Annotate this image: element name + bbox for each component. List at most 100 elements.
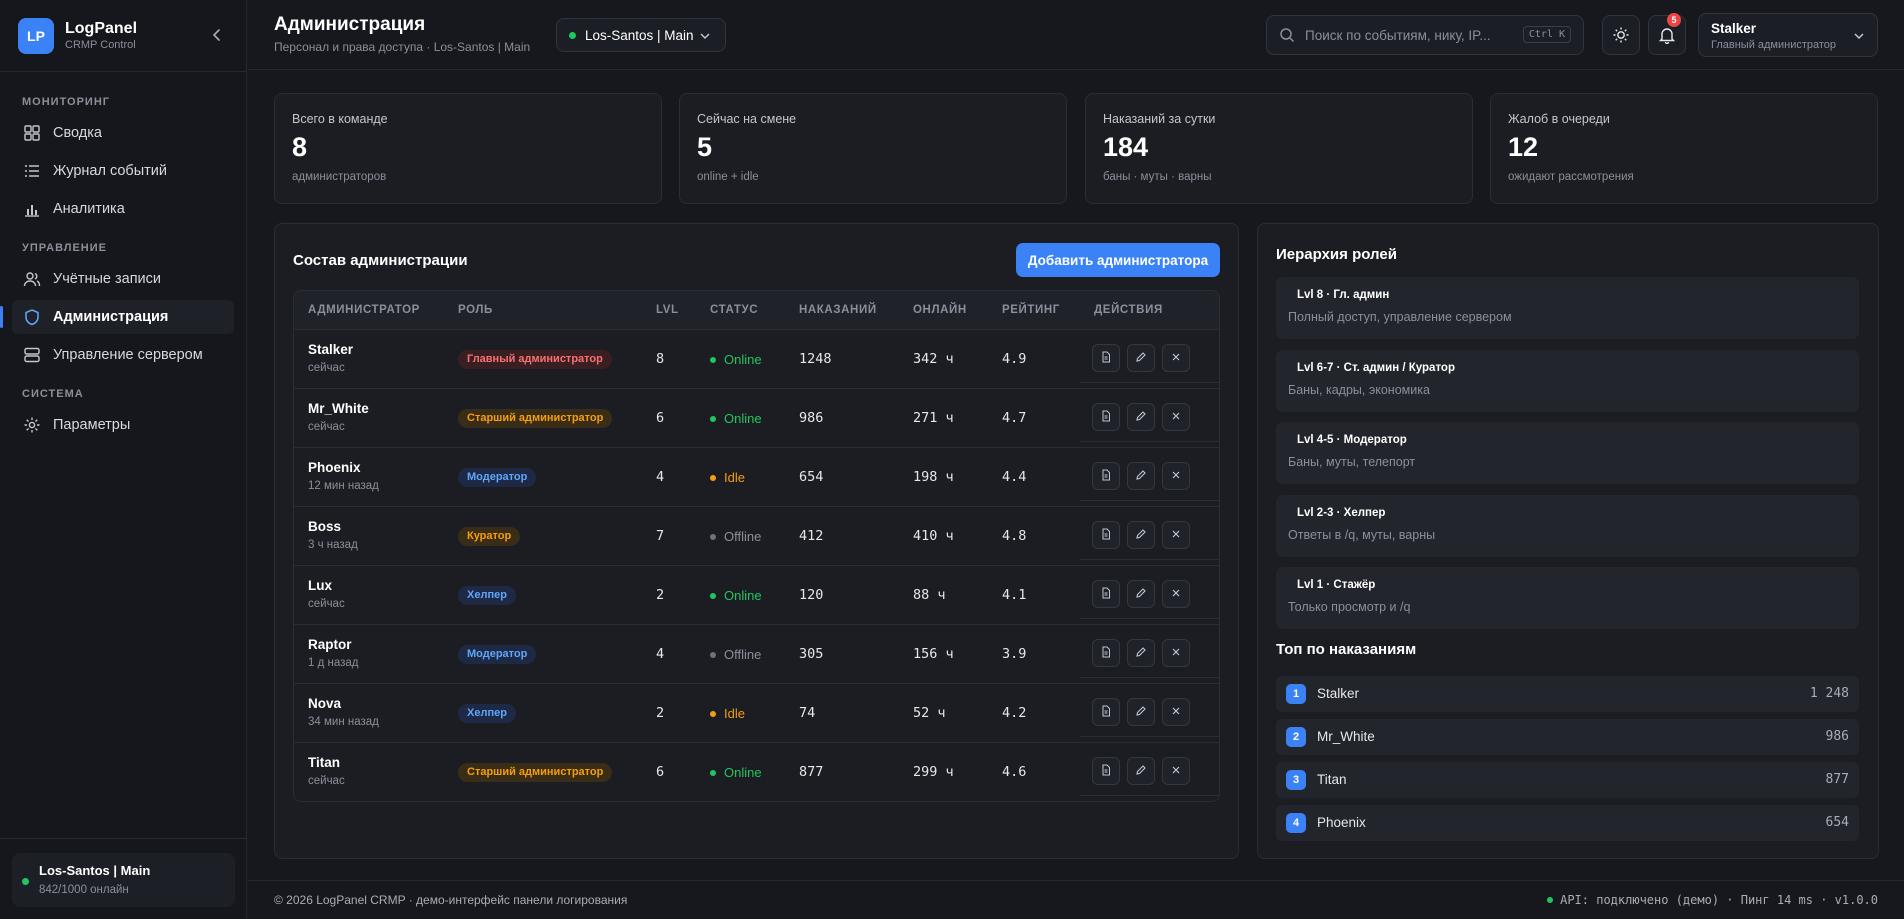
sidebar-item-label: Учётные записи [53, 271, 162, 287]
remove-button[interactable] [1162, 462, 1190, 490]
admin-name[interactable]: Lux [308, 578, 332, 593]
online-hours: 198 ч [913, 469, 954, 485]
sidebar-item-label: Параметры [53, 417, 131, 433]
top-admin-name: Phoenix [1317, 815, 1366, 830]
sidebar-item-accounts[interactable]: Учётные записи [12, 262, 234, 296]
stat-sub: ожидают рассмотрения [1508, 171, 1634, 183]
table-row[interactable]: Phoenix 12 мин назад Модератор 4 Idle 654 198 … [294, 448, 1219, 507]
theme-toggle-button[interactable] [1602, 15, 1640, 55]
top-list-item[interactable]: 4 Phoenix 654 [1276, 805, 1859, 841]
pencil-icon [1135, 763, 1147, 779]
admin-name[interactable]: Phoenix [308, 460, 361, 475]
server-select[interactable]: Los-Santos | Main [556, 18, 726, 52]
row-actions [1080, 448, 1219, 501]
view-log-button[interactable] [1092, 344, 1120, 372]
nav-section-monitoring: МОНИТОРИНГ [22, 96, 110, 108]
sidebar-item-summary[interactable]: Сводка [12, 116, 234, 150]
admin-name[interactable]: Nova [308, 696, 341, 711]
user-menu[interactable]: Stalker Главный администратор [1698, 13, 1878, 57]
column-header[interactable]: АДМИНИСТРАТОР [308, 304, 420, 316]
punishment-count: 412 [799, 528, 824, 544]
role-description: Ответы в /q, муты, варны [1288, 527, 1436, 542]
sidebar-item-settings[interactable]: Параметры [12, 408, 234, 442]
remove-button[interactable] [1162, 344, 1190, 372]
column-header[interactable]: РЕЙТИНГ [1002, 304, 1060, 316]
table-header: АДМИНИСТРАТОР РОЛЬ LVL СТАТУС НАКАЗАНИЙ … [294, 291, 1219, 330]
api-status-dot [1547, 897, 1554, 903]
sidebar-item-events[interactable]: Журнал событий [12, 154, 234, 188]
role-badge: Хелпер [458, 586, 516, 605]
sidebar-item-analytics[interactable]: Аналитика [12, 192, 234, 226]
table-row[interactable]: Mr_White сейчас Старший администратор 6 Onli… [294, 389, 1219, 448]
table-row[interactable]: Boss 3 ч назад Куратор 7 Offline 412 410 ч 4.8 [294, 507, 1219, 566]
remove-button[interactable] [1162, 757, 1190, 785]
stat-sub: баны · муты · варны [1103, 171, 1212, 183]
remove-button[interactable] [1162, 580, 1190, 608]
edit-button[interactable] [1127, 580, 1155, 608]
sidebar-item-server-management[interactable]: Управление сервером [12, 338, 234, 372]
notifications-button[interactable]: 5 [1648, 13, 1686, 55]
table-row[interactable]: Stalker сейчас Главный администратор 8 Onlin… [294, 330, 1219, 389]
role-card: Lvl 8 · Гл. админ Полный доступ, управлен… [1276, 277, 1859, 339]
role-description: Баны, кадры, экономика [1288, 382, 1430, 397]
search-box[interactable]: Ctrl K [1266, 15, 1584, 55]
sidebar-item-administration[interactable]: Администрация [0, 300, 234, 334]
table-row[interactable]: Lux сейчас Хелпер 2 Online 120 88 ч 4.1 [294, 566, 1219, 625]
pencil-icon [1135, 645, 1147, 661]
edit-button[interactable] [1127, 698, 1155, 726]
edit-button[interactable] [1127, 521, 1155, 549]
remove-button[interactable] [1162, 639, 1190, 667]
admin-name[interactable]: Stalker [308, 342, 353, 357]
view-log-button[interactable] [1092, 580, 1120, 608]
view-log-button[interactable] [1092, 403, 1120, 431]
table-row[interactable]: Titan сейчас Старший администратор 6 Online 8… [294, 743, 1219, 801]
server-online-count: 842/1000 онлайн [39, 884, 129, 896]
document-icon [1100, 527, 1112, 543]
edit-button[interactable] [1127, 639, 1155, 667]
stat-label: Всего в команде [292, 112, 388, 126]
status-dot [710, 356, 716, 363]
view-log-button[interactable] [1092, 757, 1120, 785]
top-list-item[interactable]: 2 Mr_White 986 [1276, 719, 1859, 755]
admin-name[interactable]: Mr_White [308, 401, 369, 416]
admin-name[interactable]: Titan [308, 755, 340, 770]
remove-button[interactable] [1162, 403, 1190, 431]
logo[interactable]: LP [18, 17, 54, 54]
column-header[interactable]: ОНЛАЙН [913, 304, 967, 316]
view-log-button[interactable] [1092, 639, 1120, 667]
footer-copyright: © 2026 LogPanel CRMP · демо-интерфейс па… [274, 893, 628, 907]
top-list-item[interactable]: 1 Stalker 1 248 [1276, 676, 1859, 712]
stat-sub: online + idle [697, 171, 759, 183]
edit-button[interactable] [1127, 757, 1155, 785]
edit-button[interactable] [1127, 344, 1155, 372]
remove-button[interactable] [1162, 521, 1190, 549]
server-status-card[interactable]: Los-Santos | Main 842/1000 онлайн [12, 853, 235, 907]
role-card: Lvl 1 · Стажёр Только просмотр и /q [1276, 567, 1859, 629]
online-hours: 156 ч [913, 646, 954, 662]
column-header[interactable]: НАКАЗАНИЙ [799, 304, 877, 316]
column-header[interactable]: LVL [656, 304, 679, 316]
document-icon [1100, 409, 1112, 425]
view-log-button[interactable] [1092, 698, 1120, 726]
column-header[interactable]: РОЛЬ [458, 304, 493, 316]
search-input[interactable] [1305, 27, 1520, 43]
admin-name[interactable]: Boss [308, 519, 341, 534]
add-admin-button[interactable]: Добавить администратора [1016, 243, 1220, 277]
top-list-item[interactable]: 3 Titan 877 [1276, 762, 1859, 798]
view-log-button[interactable] [1092, 462, 1120, 490]
status-dot [710, 592, 716, 599]
table-row[interactable]: Nova 34 мин назад Хелпер 2 Idle 74 52 ч 4.2 [294, 684, 1219, 743]
top-admin-name: Titan [1317, 772, 1347, 787]
view-log-button[interactable] [1092, 521, 1120, 549]
column-header[interactable]: СТАТУС [710, 304, 758, 316]
document-icon [1100, 704, 1112, 720]
status-text: Idle [724, 706, 745, 721]
edit-button[interactable] [1127, 462, 1155, 490]
admin-name[interactable]: Raptor [308, 637, 352, 652]
chevron-left-icon[interactable] [210, 27, 224, 43]
top-admin-value: 654 [1825, 815, 1849, 830]
table-row[interactable]: Raptor 1 д назад Модератор 4 Offline 305 156 ч… [294, 625, 1219, 684]
remove-button[interactable] [1162, 698, 1190, 726]
edit-button[interactable] [1127, 403, 1155, 431]
table-body: Stalker сейчас Главный администратор 8 Onlin… [294, 330, 1219, 801]
